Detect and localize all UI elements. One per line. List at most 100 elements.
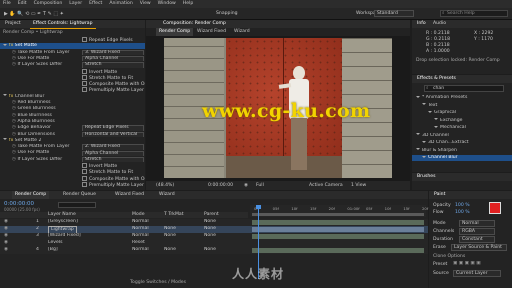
visibility-eye-icon[interactable]: ◉ bbox=[4, 233, 8, 239]
layer-name[interactable]: Lightwrap bbox=[48, 226, 77, 233]
layer-mode[interactable]: Reset bbox=[132, 240, 145, 246]
disclosure-triangle-icon[interactable] bbox=[434, 118, 438, 120]
paint-opacity-value[interactable]: 100 % bbox=[455, 203, 470, 208]
views-select[interactable]: 1 View bbox=[351, 181, 366, 190]
preset-tree-item[interactable]: Channel Blur bbox=[412, 155, 512, 161]
effect-value-select[interactable]: 2. Wizard Fixed bbox=[82, 144, 144, 150]
viewer-timecode[interactable]: 0:00:00:00 bbox=[208, 181, 233, 190]
timeline-tab[interactable]: Wizard bbox=[156, 191, 178, 199]
effect-row[interactable]: fx Set Matte bbox=[0, 43, 145, 49]
paint-mode-select[interactable]: Normal bbox=[459, 220, 495, 227]
tab-project[interactable]: Project bbox=[2, 20, 24, 28]
effects-search-input[interactable]: chan bbox=[424, 85, 504, 92]
timeline-search-input[interactable] bbox=[58, 202, 96, 208]
disclosure-triangle-icon[interactable] bbox=[422, 140, 426, 143]
effect-row[interactable]: ◷ Edge Behavior Repeat Edge Pixels bbox=[0, 125, 145, 131]
preset-tree-item[interactable]: 3D Channel bbox=[412, 133, 512, 139]
timeline-layer-row[interactable]: ◉ 2 Lightwrap Normal None None bbox=[0, 226, 428, 233]
playhead-handle[interactable] bbox=[256, 205, 261, 209]
checkbox[interactable] bbox=[82, 175, 87, 181]
tab-wizard[interactable]: Wizard bbox=[231, 28, 253, 36]
disclosure-triangle-icon[interactable] bbox=[422, 103, 426, 105]
preset-tree-item[interactable]: Graphical bbox=[412, 110, 512, 116]
layer-trkmat[interactable]: None bbox=[164, 233, 176, 239]
camera-icon[interactable]: ◉ bbox=[244, 181, 248, 190]
workspace-select[interactable]: Standard bbox=[374, 10, 414, 17]
preset-tree-item[interactable]: 3D Chan...Extract bbox=[412, 140, 512, 146]
menu-item-animation[interactable]: Animation bbox=[109, 1, 132, 6]
paint-source-select[interactable]: Current Layer bbox=[453, 270, 501, 277]
timeline-layer-row[interactable]: ◉ 1 [Greyscreen] Normal None bbox=[0, 219, 428, 226]
visibility-eye-icon[interactable]: ◉ bbox=[4, 247, 8, 253]
layer-duration-bar[interactable] bbox=[252, 220, 424, 225]
layer-parent[interactable]: None bbox=[204, 247, 216, 253]
col-mode[interactable]: Mode bbox=[132, 212, 145, 218]
menu-item-file[interactable]: File bbox=[3, 1, 11, 6]
effect-row[interactable]: ◷ Use For Matte Alpha Channel bbox=[0, 150, 145, 156]
preset-tree-item[interactable]: Blur & Sharpen bbox=[412, 148, 512, 154]
layer-parent[interactable]: None bbox=[204, 219, 216, 225]
effect-row[interactable]: ◷ Green Blurriness bbox=[0, 106, 145, 112]
effect-value-select[interactable]: Alpha Channel bbox=[82, 56, 144, 62]
layer-duration-bar[interactable] bbox=[252, 248, 424, 253]
tab-wizard-fixed[interactable]: Wizard Fixed bbox=[194, 28, 229, 36]
checkbox[interactable] bbox=[82, 68, 87, 74]
preset-tree-item[interactable]: Exchange bbox=[412, 118, 512, 124]
tab-render-comp[interactable]: Render Comp bbox=[156, 28, 194, 36]
disclosure-triangle-icon[interactable] bbox=[428, 110, 432, 113]
menu-item-edit[interactable]: Edit bbox=[18, 1, 27, 6]
zoom-select[interactable]: (48.4%) bbox=[156, 181, 174, 190]
paint-channels-select[interactable]: RGBA bbox=[459, 228, 495, 235]
preset-tree-item[interactable]: Text bbox=[412, 103, 512, 109]
effect-row[interactable]: ◷ Alpha Blurriness bbox=[0, 119, 145, 125]
visibility-eye-icon[interactable]: ◉ bbox=[4, 219, 8, 225]
timeline-tab[interactable]: Render Queue bbox=[60, 191, 99, 199]
effect-row[interactable]: ◷ Blur Dimensions Horizontal and Vertical bbox=[0, 132, 145, 137]
disclosure-triangle-icon[interactable] bbox=[3, 138, 7, 141]
layer-mode[interactable]: Normal bbox=[132, 247, 149, 253]
effect-row[interactable]: Composite Matte with Or bbox=[0, 81, 145, 87]
paint-erase-select[interactable]: Layer Source & Paint bbox=[451, 244, 507, 251]
effect-row[interactable]: fx Set Matte 2 bbox=[0, 138, 145, 144]
menu-item-view[interactable]: View bbox=[140, 1, 151, 6]
search-help-input[interactable]: Search Help bbox=[440, 10, 508, 17]
disclosure-triangle-icon[interactable] bbox=[416, 133, 420, 135]
preset-tree-item[interactable]: * Animation Presets bbox=[412, 95, 512, 101]
checkbox[interactable] bbox=[82, 181, 87, 187]
layer-name[interactable]: [Bg] bbox=[48, 247, 58, 253]
layer-name[interactable]: [Wizard Fixed] bbox=[48, 233, 81, 239]
effect-row[interactable]: Stretch Matte to Fit bbox=[0, 169, 145, 175]
disclosure-triangle-icon[interactable] bbox=[434, 125, 438, 128]
checkbox[interactable] bbox=[82, 163, 87, 168]
snapping-label[interactable]: Snapping bbox=[216, 11, 238, 16]
preset-tree-item[interactable]: Mechanical bbox=[412, 125, 512, 131]
effect-value-select[interactable]: Stretch bbox=[82, 62, 144, 68]
disclosure-triangle-icon[interactable] bbox=[3, 94, 7, 97]
effect-row[interactable]: ◷ Take Matte From Layer 3. Wizard Fixed bbox=[0, 50, 145, 56]
timeline-tab[interactable]: Wizard Fixed bbox=[112, 191, 147, 199]
disclosure-triangle-icon[interactable] bbox=[3, 43, 7, 46]
paint-title[interactable]: Paint bbox=[431, 191, 448, 199]
effect-row[interactable]: Premultiply Matte Layer bbox=[0, 87, 145, 93]
checkbox[interactable] bbox=[82, 87, 87, 93]
effect-row[interactable]: ◷ Red Blurriness bbox=[0, 100, 145, 106]
composition-title[interactable]: Composition: Render Comp bbox=[160, 20, 229, 28]
effect-value-select[interactable]: Repeat Edge Pixels bbox=[82, 125, 144, 131]
effect-row[interactable]: ◷ Use For Matte Alpha Channel bbox=[0, 56, 145, 62]
effect-row[interactable]: Repeat Edge Pixels bbox=[0, 37, 145, 43]
tab-effect-controls[interactable]: Effect Controls: Lightwrap bbox=[30, 20, 96, 29]
timeline-layer-row[interactable]: ◉ 4 [Bg] Normal None None bbox=[0, 247, 428, 254]
effect-row[interactable]: ◷ If Layer Sizes Differ Stretch bbox=[0, 62, 145, 68]
layer-parent[interactable]: None bbox=[204, 226, 216, 232]
composition-viewer[interactable]: www.cg-ku.com bbox=[164, 38, 392, 178]
effect-value-select[interactable]: Alpha Channel bbox=[82, 150, 144, 156]
effect-row[interactable]: Composite Matte with Or bbox=[0, 175, 145, 181]
paint-preset-icons[interactable]: ▣ ▣ ▣ ▣ ▣ bbox=[453, 261, 481, 266]
timeline-tab[interactable]: Render Comp bbox=[12, 191, 50, 199]
effect-row[interactable]: ◷ If Layer Sizes Differ Stretch bbox=[0, 157, 145, 163]
tab-info[interactable]: Info bbox=[414, 20, 429, 28]
layer-name[interactable]: [Greyscreen] bbox=[48, 219, 78, 225]
layer-mode[interactable]: Normal bbox=[132, 233, 149, 239]
tab-audio[interactable]: Audio bbox=[430, 20, 449, 28]
resolution-select[interactable]: Full bbox=[256, 181, 264, 190]
